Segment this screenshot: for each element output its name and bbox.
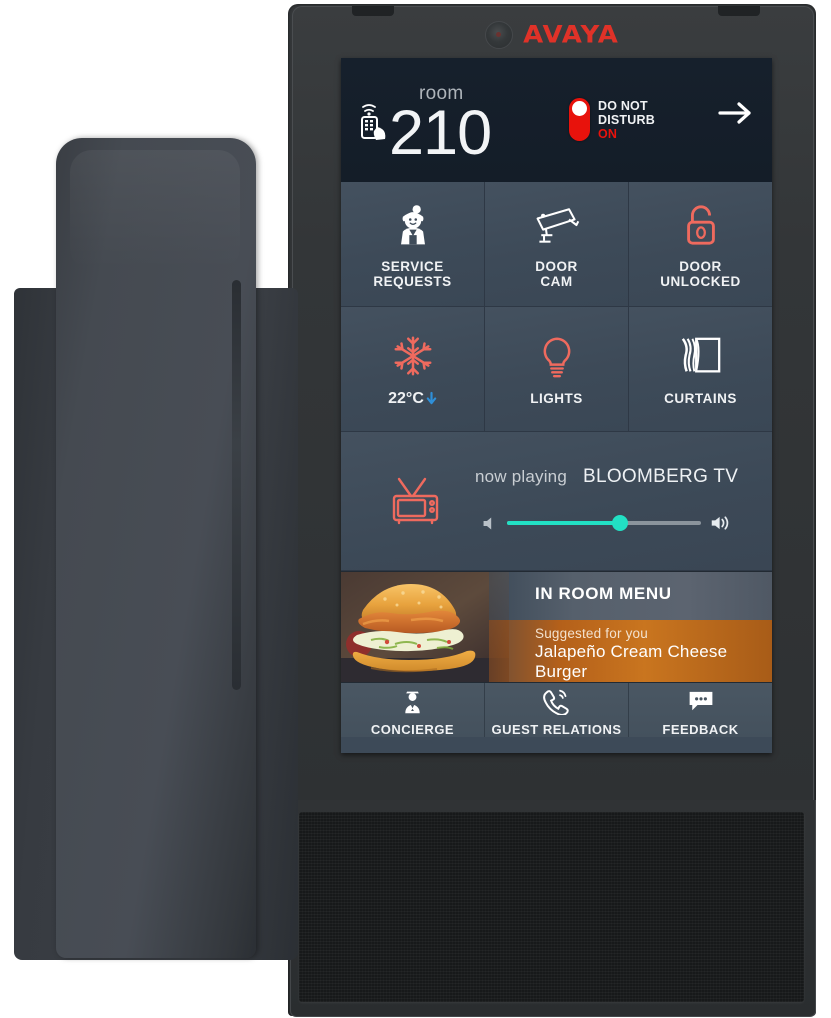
- tile-label-line1: SERVICE: [381, 258, 444, 274]
- handset-seam: [232, 280, 241, 690]
- media-control-row: now playing BLOOMBERG TV: [341, 432, 772, 571]
- dnd-line-2: DISTURB: [598, 113, 655, 127]
- snowflake-icon: [390, 331, 436, 381]
- menu-title: IN ROOM MENU: [535, 584, 672, 603]
- in-room-menu-banner[interactable]: IN ROOM MENU Suggested for you Jalapeño …: [341, 571, 772, 683]
- bottom-nav: CONCIERGE GUEST RELATIONS FEEDBACK: [341, 683, 772, 737]
- nav-item-guest-relations[interactable]: GUEST RELATIONS: [485, 683, 629, 737]
- now-playing-channel: BLOOMBERG TV: [582, 466, 739, 487]
- tile-label-door-cam: DOOR CAM: [535, 259, 578, 289]
- now-playing-label: now playing: [475, 467, 567, 486]
- chat-bubble-icon: [687, 687, 715, 715]
- volume-knob[interactable]: [611, 515, 628, 531]
- tile-curtains[interactable]: CURTAINS: [629, 307, 772, 431]
- concierge-person-icon: [399, 687, 426, 715]
- room-identity: room 210: [389, 84, 492, 168]
- tile-label-door-unlocked: DOOR UNLOCKED: [660, 259, 741, 289]
- dnd-line-1: DO NOT: [598, 99, 648, 113]
- do-not-disturb-control[interactable]: DO NOT DISTURB ON: [569, 98, 655, 141]
- brand-bar: AVAYA: [300, 14, 804, 56]
- dnd-toggle-knob: [572, 101, 587, 116]
- dnd-state-label: ON: [598, 127, 618, 141]
- volume-slider-row[interactable]: [481, 508, 731, 538]
- tile-label-line1: DOOR: [535, 258, 578, 274]
- open-padlock-icon: [680, 200, 722, 250]
- tile-door-cam[interactable]: DOOR CAM: [485, 182, 629, 306]
- tile-door-unlocked[interactable]: DOOR UNLOCKED: [629, 182, 772, 306]
- volume-high-icon[interactable]: [710, 514, 731, 532]
- tile-label-line1: DOOR: [679, 258, 722, 274]
- tile-label-temperature: 22°C: [388, 390, 437, 408]
- dnd-toggle-switch[interactable]: [569, 98, 590, 141]
- curtains-icon: [679, 332, 723, 382]
- tile-lights[interactable]: LIGHTS: [485, 307, 629, 431]
- nav-label-guest-relations: GUEST RELATIONS: [491, 722, 622, 737]
- tile-label-lights: LIGHTS: [530, 391, 583, 406]
- volume-low-icon[interactable]: [481, 515, 498, 532]
- retro-tv-icon[interactable]: [389, 476, 443, 526]
- menu-subtitle: Suggested for you: [535, 626, 648, 641]
- nav-item-feedback[interactable]: FEEDBACK: [629, 683, 772, 737]
- security-camera-icon: [532, 200, 582, 250]
- avaya-logo: AVAYA: [523, 21, 619, 49]
- burger-photo: [341, 572, 509, 682]
- control-grid-row-2: 22°C LIGHTS CURTAINS: [341, 307, 772, 432]
- menu-text-pane: IN ROOM MENU Suggested for you Jalapeño …: [489, 572, 772, 682]
- nav-label-feedback: FEEDBACK: [662, 722, 739, 737]
- now-playing-row: now playing BLOOMBERG TV: [475, 466, 738, 488]
- tile-label-service-requests: SERVICE REQUESTS: [373, 259, 451, 289]
- tile-label-line2: UNLOCKED: [660, 273, 741, 289]
- volume-track[interactable]: [507, 515, 701, 531]
- maid-service-icon: [390, 200, 436, 250]
- tile-temperature[interactable]: 22°C: [341, 307, 485, 431]
- handset-highlight: [70, 150, 240, 270]
- tile-label-line2: REQUESTS: [373, 273, 452, 289]
- phone-ring-icon: [542, 687, 571, 715]
- touchscreen[interactable]: room 210 DO NOT DISTURB ON SERVICE REQUE…: [341, 58, 772, 753]
- speaker-grille: [299, 812, 804, 1002]
- control-grid-row-1: SERVICE REQUESTS DOOR CAM DOOR UNLOCKED: [341, 182, 772, 307]
- tile-service-requests[interactable]: SERVICE REQUESTS: [341, 182, 485, 306]
- tile-label-curtains: CURTAINS: [664, 391, 737, 406]
- light-bulb-icon: [537, 332, 577, 382]
- arrow-right-icon[interactable]: [716, 98, 756, 128]
- tile-label-line2: CAM: [540, 273, 573, 289]
- temperature-value: 22°C: [388, 389, 424, 407]
- menu-item-name: Jalapeño Cream Cheese Burger: [535, 642, 728, 681]
- dnd-text-block: DO NOT DISTURB ON: [598, 98, 655, 141]
- nav-label-concierge: CONCIERGE: [370, 722, 455, 737]
- screen-header: room 210 DO NOT DISTURB ON: [341, 58, 772, 182]
- camera-lens-icon: [485, 21, 514, 49]
- room-number: 210: [389, 98, 492, 168]
- arrow-down-icon: [426, 391, 437, 405]
- volume-fill: [507, 521, 620, 525]
- nav-item-concierge[interactable]: CONCIERGE: [341, 683, 485, 737]
- control-grid: SERVICE REQUESTS DOOR CAM DOOR UNLOCKED …: [341, 182, 772, 432]
